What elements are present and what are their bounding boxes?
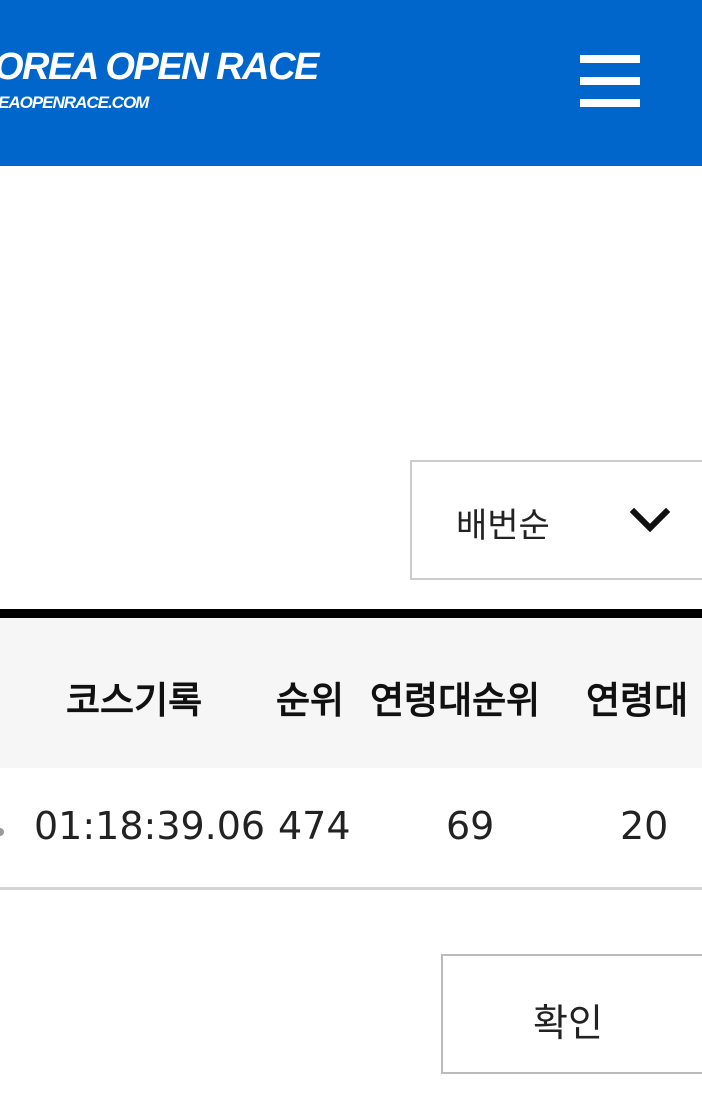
table-row: 01:18:39.06 474 69 20 — [0, 768, 702, 890]
cell-age-group-rank: 69 — [446, 804, 495, 848]
hamburger-menu-icon[interactable] — [578, 50, 642, 112]
sort-order-select[interactable]: 배번순 — [410, 460, 702, 580]
cell-course-record: 01:18:39.06 — [34, 804, 266, 848]
table-top-border — [0, 609, 702, 618]
sort-order-value: 배번순 — [456, 506, 550, 546]
site-logo-url[interactable]: EAOPENRACE.COM — [0, 93, 149, 113]
column-header-age-group-rank: 연령대순위 — [370, 679, 541, 722]
cell-age-group: 20 — [620, 804, 669, 848]
chevron-down-icon — [630, 507, 670, 533]
confirm-button-label: 확인 — [533, 1001, 603, 1045]
column-header-course-record: 코스기록 — [66, 679, 203, 722]
table-header-row: 코스기록 순위 연령대순위 연령대 — [0, 618, 702, 768]
row-edge-marker — [0, 828, 4, 836]
column-header-rank: 순위 — [276, 679, 345, 722]
top-header: OREA OPEN RACE EAOPENRACE.COM — [0, 0, 702, 166]
column-header-age-group: 연령대 — [586, 679, 689, 722]
cell-rank: 474 — [278, 804, 351, 848]
site-logo-title[interactable]: OREA OPEN RACE — [0, 46, 319, 89]
confirm-button[interactable]: 확인 — [441, 954, 702, 1074]
